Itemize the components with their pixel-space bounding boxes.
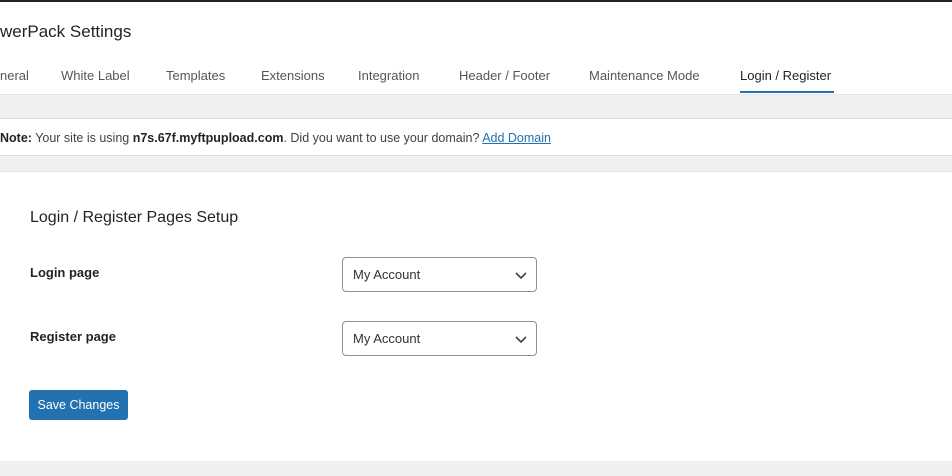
notice-text-before: Your site is using bbox=[31, 131, 133, 145]
tab-login-register[interactable]: Login / Register bbox=[740, 68, 831, 83]
add-domain-link[interactable]: Add Domain bbox=[482, 131, 551, 145]
active-tab-indicator bbox=[740, 91, 834, 93]
tab-maintenance-mode[interactable]: Maintenance Mode bbox=[589, 68, 700, 83]
register-page-select[interactable]: My Account bbox=[342, 321, 537, 356]
tab-integration[interactable]: Integration bbox=[358, 68, 419, 83]
notice-text-after: . Did you want to use your domain? bbox=[283, 131, 483, 145]
tab-general[interactable]: neral bbox=[0, 68, 29, 83]
save-changes-button[interactable]: Save Changes bbox=[29, 390, 128, 420]
register-page-label: Register page bbox=[30, 329, 116, 344]
login-page-select[interactable]: My Account bbox=[342, 257, 537, 292]
register-page-value: My Account bbox=[353, 331, 421, 346]
tab-templates[interactable]: Templates bbox=[166, 68, 225, 83]
notice-prefix: Note: bbox=[0, 131, 32, 145]
domain-notice: Note: Your site is using n7s.67f.myftpup… bbox=[0, 118, 952, 156]
tab-header-footer[interactable]: Header / Footer bbox=[459, 68, 550, 83]
tab-white-label[interactable]: White Label bbox=[61, 68, 130, 83]
tab-bar: neral White Label Templates Extensions I… bbox=[0, 60, 952, 95]
notice-domain: n7s.67f.myftpupload.com bbox=[132, 131, 284, 145]
page-title: werPack Settings bbox=[0, 22, 132, 41]
settings-header: werPack Settings neral White Label Templ… bbox=[0, 2, 952, 95]
settings-panel: Login / Register Pages Setup Login page … bbox=[0, 171, 952, 461]
login-page-value: My Account bbox=[353, 267, 421, 282]
tab-extensions[interactable]: Extensions bbox=[261, 68, 325, 83]
chevron-down-icon bbox=[515, 272, 527, 280]
login-page-label: Login page bbox=[30, 265, 100, 280]
chevron-down-icon bbox=[515, 336, 527, 344]
section-title: Login / Register Pages Setup bbox=[30, 209, 239, 226]
